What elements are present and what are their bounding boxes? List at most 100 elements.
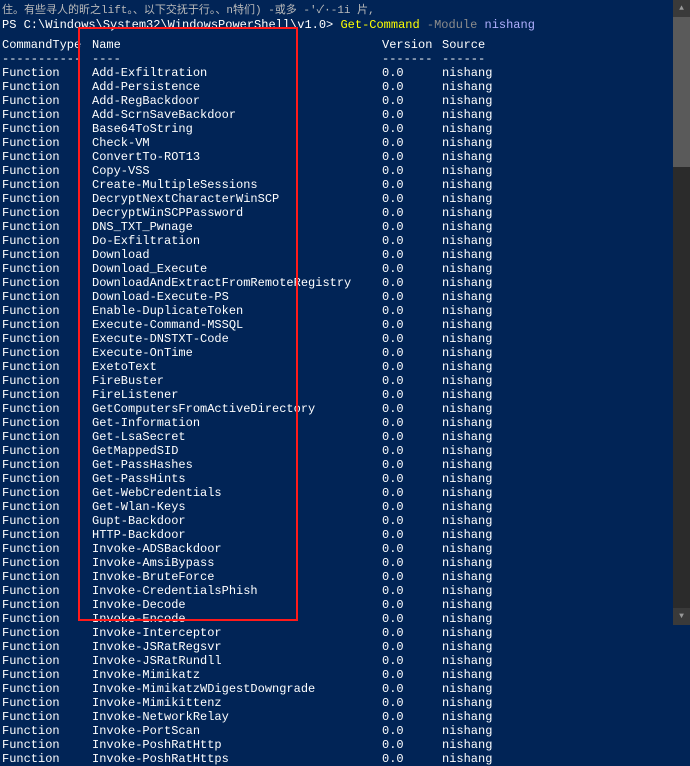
cell-source: nishang (442, 150, 688, 164)
cell-commandtype: Function (2, 332, 92, 346)
table-row: FunctionInvoke-JSRatRundll0.0nishang (2, 654, 688, 668)
cell-version: 0.0 (382, 416, 442, 430)
cell-source: nishang (442, 584, 688, 598)
cell-source: nishang (442, 612, 688, 626)
table-row: FunctionDownload-Execute-PS0.0nishang (2, 290, 688, 304)
cell-version: 0.0 (382, 752, 442, 766)
cell-name: Invoke-PortScan (92, 724, 382, 738)
cell-source: nishang (442, 374, 688, 388)
cell-source: nishang (442, 542, 688, 556)
table-row: FunctionExecute-Command-MSSQL0.0nishang (2, 318, 688, 332)
scroll-up-arrow-icon[interactable]: ▲ (673, 0, 690, 17)
cell-commandtype: Function (2, 290, 92, 304)
table-row: FunctionInvoke-Mimikatz0.0nishang (2, 668, 688, 682)
table-row: FunctionInvoke-Interceptor0.0nishang (2, 626, 688, 640)
cell-commandtype: Function (2, 738, 92, 752)
table-row: FunctionInvoke-Mimikittenz0.0nishang (2, 696, 688, 710)
cell-name: DownloadAndExtractFromRemoteRegistry (92, 276, 382, 290)
table-row: FunctionInvoke-PoshRatHttps0.0nishang (2, 752, 688, 766)
cell-commandtype: Function (2, 556, 92, 570)
table-row: FunctionConvertTo-ROT130.0nishang (2, 150, 688, 164)
cell-commandtype: Function (2, 696, 92, 710)
table-row: FunctionFireListener0.0nishang (2, 388, 688, 402)
cell-version: 0.0 (382, 654, 442, 668)
cell-version: 0.0 (382, 570, 442, 584)
cell-name: Invoke-Interceptor (92, 626, 382, 640)
cell-source: nishang (442, 752, 688, 766)
cell-name: ConvertTo-ROT13 (92, 150, 382, 164)
cell-source: nishang (442, 570, 688, 584)
cell-source: nishang (442, 556, 688, 570)
cell-source: nishang (442, 122, 688, 136)
cell-version: 0.0 (382, 584, 442, 598)
cell-name: Create-MultipleSessions (92, 178, 382, 192)
table-row: FunctionInvoke-CredentialsPhish0.0nishan… (2, 584, 688, 598)
cell-version: 0.0 (382, 444, 442, 458)
cell-name: HTTP-Backdoor (92, 528, 382, 542)
vertical-scrollbar[interactable]: ▲ ▼ (673, 0, 690, 625)
cell-name: Invoke-CredentialsPhish (92, 584, 382, 598)
table-row: FunctionExecute-OnTime0.0nishang (2, 346, 688, 360)
cell-source: nishang (442, 724, 688, 738)
cell-source: nishang (442, 192, 688, 206)
cell-name: DecryptWinSCPPassword (92, 206, 382, 220)
cell-source: nishang (442, 332, 688, 346)
cell-source: nishang (442, 276, 688, 290)
cell-version: 0.0 (382, 374, 442, 388)
cell-commandtype: Function (2, 304, 92, 318)
table-row: FunctionCreate-MultipleSessions0.0nishan… (2, 178, 688, 192)
cell-commandtype: Function (2, 150, 92, 164)
cell-source: nishang (442, 262, 688, 276)
cell-source: nishang (442, 654, 688, 668)
cell-source: nishang (442, 388, 688, 402)
cell-source: nishang (442, 346, 688, 360)
cell-version: 0.0 (382, 710, 442, 724)
cell-source: nishang (442, 66, 688, 80)
cell-commandtype: Function (2, 668, 92, 682)
cell-name: Execute-Command-MSSQL (92, 318, 382, 332)
scroll-down-arrow-icon[interactable]: ▼ (673, 608, 690, 625)
cell-version: 0.0 (382, 206, 442, 220)
cell-commandtype: Function (2, 654, 92, 668)
cell-version: 0.0 (382, 724, 442, 738)
prompt-param: -Module (427, 18, 485, 32)
table-row: FunctionGet-PassHashes0.0nishang (2, 458, 688, 472)
table-row: FunctionDownload0.0nishang (2, 248, 688, 262)
cell-version: 0.0 (382, 108, 442, 122)
cell-source: nishang (442, 626, 688, 640)
cell-commandtype: Function (2, 570, 92, 584)
cell-name: Add-Persistence (92, 80, 382, 94)
cell-version: 0.0 (382, 738, 442, 752)
cell-source: nishang (442, 80, 688, 94)
cell-commandtype: Function (2, 262, 92, 276)
cell-commandtype: Function (2, 710, 92, 724)
cell-version: 0.0 (382, 80, 442, 94)
table-row: FunctionInvoke-Decode0.0nishang (2, 598, 688, 612)
table-row: FunctionGet-PassHints0.0nishang (2, 472, 688, 486)
cell-commandtype: Function (2, 612, 92, 626)
cell-version: 0.0 (382, 150, 442, 164)
cell-commandtype: Function (2, 598, 92, 612)
cell-version: 0.0 (382, 262, 442, 276)
cell-source: nishang (442, 234, 688, 248)
table-row: FunctionInvoke-AmsiBypass0.0nishang (2, 556, 688, 570)
cell-version: 0.0 (382, 514, 442, 528)
prompt-command: Get-Command (340, 18, 426, 32)
cell-version: 0.0 (382, 598, 442, 612)
table-row: FunctionGet-WebCredentials0.0nishang (2, 486, 688, 500)
table-row: FunctionHTTP-Backdoor0.0nishang (2, 528, 688, 542)
cell-name: Enable-DuplicateToken (92, 304, 382, 318)
cell-name: Add-RegBackdoor (92, 94, 382, 108)
table-row: FunctionInvoke-BruteForce0.0nishang (2, 570, 688, 584)
cell-name: FireBuster (92, 374, 382, 388)
table-row: FunctionBase64ToString0.0nishang (2, 122, 688, 136)
cell-source: nishang (442, 248, 688, 262)
cell-version: 0.0 (382, 122, 442, 136)
table-row: FunctionDecryptNextCharacterWinSCP0.0nis… (2, 192, 688, 206)
cell-name: Invoke-Encode (92, 612, 382, 626)
cell-version: 0.0 (382, 668, 442, 682)
scrollbar-thumb[interactable] (673, 17, 690, 167)
cell-commandtype: Function (2, 346, 92, 360)
table-row: FunctionGetComputersFromActiveDirectory0… (2, 402, 688, 416)
table-row: FunctionInvoke-ADSBackdoor0.0nishang (2, 542, 688, 556)
